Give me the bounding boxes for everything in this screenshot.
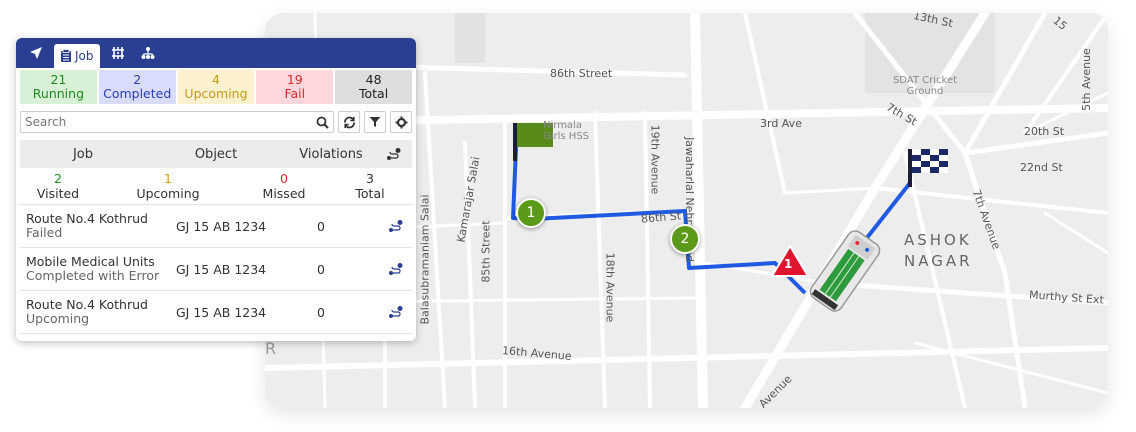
navigate-icon bbox=[30, 47, 42, 59]
summary-total: 3 Total bbox=[328, 168, 412, 204]
hierarchy-icon bbox=[141, 47, 154, 59]
status-upcoming-count: 4 bbox=[212, 72, 220, 87]
status-total-label: Total bbox=[358, 86, 389, 101]
map-label-86th-street: 86th Street bbox=[550, 67, 613, 80]
row-job-name: Route No.4 Kothrud bbox=[26, 211, 148, 226]
row-route-button[interactable] bbox=[356, 262, 412, 276]
violation-marker-label[interactable]: 1 bbox=[784, 257, 792, 271]
search-row bbox=[20, 110, 412, 134]
map-label-3rd-ave: 3rd Ave bbox=[760, 117, 802, 130]
search-icon[interactable] bbox=[316, 116, 329, 129]
map-label-cut: R bbox=[265, 339, 277, 358]
gear-icon bbox=[395, 116, 407, 128]
status-fail-count: 19 bbox=[286, 72, 303, 87]
summary-missed: 0 Missed bbox=[240, 168, 328, 204]
header-violations: Violations bbox=[299, 146, 363, 162]
row-violations: 0 bbox=[317, 218, 325, 234]
header-job: Job bbox=[72, 146, 94, 162]
summary-total-label: Total bbox=[355, 186, 385, 201]
job-panel: Job 21 Running 2 Completed 4 Upcoming 19… bbox=[16, 38, 416, 341]
row-violations: 0 bbox=[317, 304, 325, 320]
job-table: Job Object Violations 2 Visited 1 Upcomi… bbox=[20, 140, 412, 334]
road-icon bbox=[111, 47, 124, 59]
summary-visited: 2 Visited bbox=[20, 168, 96, 204]
summary-total-count: 3 bbox=[366, 171, 374, 186]
status-summary: 21 Running 2 Completed 4 Upcoming 19 Fai… bbox=[20, 70, 412, 104]
status-upcoming-label: Upcoming bbox=[184, 86, 248, 101]
table-row[interactable]: Route No.4 Kothrud Failed GJ 15 AB 1234 … bbox=[20, 205, 412, 248]
bus-icon bbox=[809, 230, 881, 312]
map-label-18th-ave: 18th Avenue bbox=[603, 252, 617, 323]
status-running-count: 21 bbox=[50, 72, 67, 87]
status-completed-count: 2 bbox=[133, 72, 142, 87]
route-icon bbox=[389, 263, 403, 275]
refresh-button[interactable] bbox=[338, 111, 360, 133]
status-fail-label: Fail bbox=[284, 86, 306, 101]
map-label-5th-ave: 5th Avenue bbox=[1079, 48, 1093, 111]
table-row[interactable]: Route No.4 Kothrud Upcoming GJ 15 AB 123… bbox=[20, 291, 412, 334]
status-completed-label: Completed bbox=[103, 86, 172, 101]
map-label-school: Nirmala Girls HSS bbox=[543, 120, 590, 142]
row-object: GJ 15 AB 1234 bbox=[176, 304, 267, 320]
tab-job-label: Job bbox=[75, 49, 94, 63]
refresh-icon bbox=[343, 116, 355, 128]
table-row[interactable]: Mobile Medical Units Completed with Erro… bbox=[20, 248, 412, 291]
filter-icon bbox=[369, 117, 381, 127]
row-violations: 0 bbox=[317, 261, 325, 277]
tab-job[interactable]: Job bbox=[54, 44, 100, 68]
map-label-ashok-nagar: ASHOK NAGAR bbox=[904, 231, 973, 270]
route-stop-marker-2[interactable]: 2 bbox=[670, 224, 700, 254]
header-object: Object bbox=[194, 146, 238, 162]
finish-flag-icon bbox=[908, 149, 948, 187]
route-icon bbox=[389, 306, 403, 318]
clipboard-icon bbox=[61, 49, 71, 62]
map-label-19th-ave: 19th Avenue bbox=[648, 124, 662, 195]
row-object: GJ 15 AB 1234 bbox=[176, 218, 267, 234]
tab-navigate[interactable] bbox=[24, 42, 48, 64]
summary-visited-label: Visited bbox=[36, 186, 80, 201]
settings-button[interactable] bbox=[390, 111, 412, 133]
status-total[interactable]: 48 Total bbox=[335, 70, 412, 104]
row-route-button[interactable] bbox=[356, 219, 412, 233]
tab-hierarchy[interactable] bbox=[136, 42, 160, 64]
route-icon bbox=[387, 148, 401, 160]
row-job-status: Completed with Error bbox=[26, 268, 160, 283]
summary-upcoming-label: Upcoming bbox=[136, 186, 200, 201]
row-object: GJ 15 AB 1234 bbox=[176, 261, 267, 277]
row-job-status: Failed bbox=[26, 225, 63, 240]
summary-upcoming-count: 1 bbox=[164, 171, 172, 186]
header-route-button[interactable] bbox=[376, 147, 412, 161]
row-job-status: Upcoming bbox=[26, 311, 90, 326]
table-header: Job Object Violations bbox=[20, 140, 412, 168]
map-label-85th-street: 85th Street bbox=[479, 220, 493, 283]
row-job-name: Mobile Medical Units bbox=[26, 254, 155, 269]
status-completed[interactable]: 2 Completed bbox=[98, 70, 176, 104]
search-input[interactable] bbox=[25, 115, 316, 129]
filter-button[interactable] bbox=[364, 111, 386, 133]
status-running-label: Running bbox=[32, 86, 85, 101]
route-icon bbox=[389, 220, 403, 232]
map-label-subramaniam: Balasubramaniam Salai bbox=[418, 194, 432, 325]
search-box bbox=[20, 111, 334, 133]
panel-tabs: Job bbox=[16, 38, 416, 68]
route-stop-marker-1[interactable]: 1 bbox=[516, 198, 546, 228]
status-total-count: 48 bbox=[365, 72, 382, 87]
map-label-sdat: SDAT Cricket Ground bbox=[892, 75, 958, 97]
tab-road[interactable] bbox=[106, 42, 130, 64]
row-job-name: Route No.4 Kothrud bbox=[26, 297, 148, 312]
map-label-22nd-st: 22nd St bbox=[1020, 161, 1063, 174]
status-running[interactable]: 21 Running bbox=[20, 70, 97, 104]
status-fail[interactable]: 19 Fail bbox=[256, 70, 334, 104]
summary-visited-count: 2 bbox=[54, 171, 62, 186]
map-label-20th-st: 20th St bbox=[1024, 125, 1065, 138]
status-upcoming[interactable]: 4 Upcoming bbox=[177, 70, 255, 104]
summary-missed-count: 0 bbox=[280, 171, 288, 186]
job-summary: 2 Visited 1 Upcoming 0 Missed 3 Total bbox=[20, 168, 412, 205]
row-route-button[interactable] bbox=[356, 305, 412, 319]
summary-upcoming: 1 Upcoming bbox=[96, 168, 240, 204]
summary-missed-label: Missed bbox=[262, 186, 306, 201]
